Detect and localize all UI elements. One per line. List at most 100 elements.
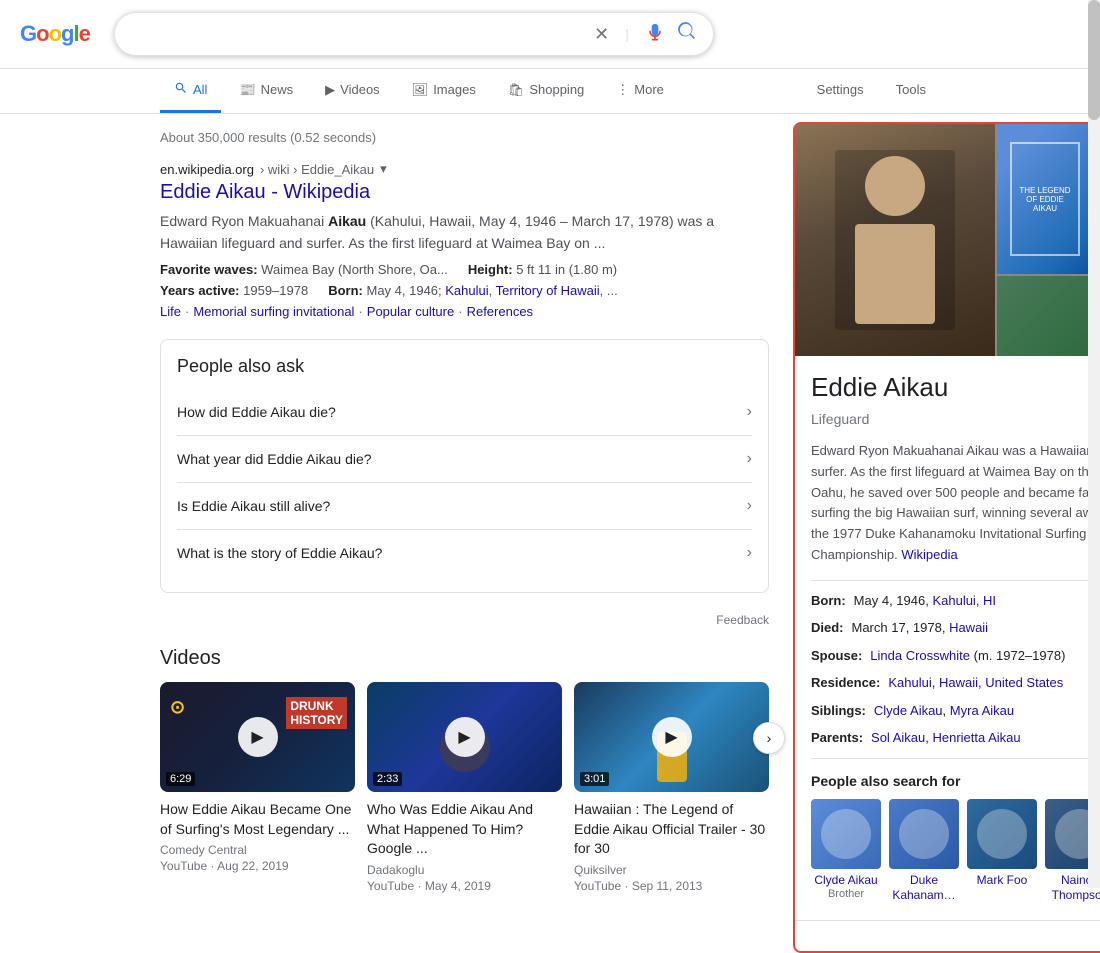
tools-label: Tools — [896, 82, 926, 97]
kp-image-4[interactable] — [997, 276, 1093, 356]
result-link-references[interactable]: References — [467, 304, 533, 319]
scrollbar-thumb[interactable] — [1088, 0, 1100, 120]
paa-chevron-1: › — [747, 403, 752, 421]
kp-wikipedia-link[interactable]: Wikipedia — [901, 547, 957, 562]
video-platform-1: YouTube · Aug 22, 2019 — [160, 859, 355, 873]
result-title-link[interactable]: Eddie Aikau - Wikipedia — [160, 181, 769, 204]
images-icon: 🖼 — [412, 82, 429, 98]
result-link-life[interactable]: Life — [160, 304, 181, 319]
tab-more-label: More — [634, 82, 664, 97]
tab-more[interactable]: ⋮ More — [602, 70, 678, 113]
kp-parent-link-2[interactable]: Henrietta Aikau — [932, 730, 1020, 745]
video-duration-1: 6:29 — [166, 772, 195, 786]
kp-main-image[interactable] — [795, 124, 995, 356]
kp-residence-value: Kahului, Hawaii, United States — [888, 673, 1063, 693]
video-title-3: Hawaiian : The Legend of Eddie Aikau Off… — [574, 800, 769, 859]
kp-born-value: May 4, 1946, Kahului, HI — [854, 591, 996, 611]
video-card-3[interactable]: ▶ 3:01 Hawaiian : The Legend of Eddie Ai… — [574, 682, 769, 893]
kp-spouse-link[interactable]: Linda Crosswhite — [870, 648, 970, 663]
video-card-2[interactable]: ▶ 2:33 Who Was Eddie Aikau And What Happ… — [367, 682, 562, 893]
paa-chevron-2: › — [747, 450, 752, 468]
voice-search-icon[interactable] — [645, 23, 665, 46]
kp-born-label: Born: — [811, 591, 846, 611]
paa-title: People also ask — [177, 356, 752, 377]
kp-parents-value: Sol Aikau, Henrietta Aikau — [871, 728, 1021, 748]
search-input[interactable]: Eddie Aikau — [131, 25, 582, 43]
dot-separator-2: · — [358, 304, 362, 319]
videos-next-button[interactable]: › — [753, 722, 785, 754]
video-card-1[interactable]: ⊙ DRUNKHISTORY ▶ 6:29 How Eddie Aikau Be… — [160, 682, 355, 893]
kp-feedback[interactable]: Feedback — [795, 920, 1100, 951]
tab-videos[interactable]: ▶ Videos — [311, 70, 394, 113]
tab-shopping-label: Shopping — [529, 82, 584, 97]
kp-residence-link-1[interactable]: Kahului — [888, 675, 931, 690]
result-link-memorial[interactable]: Memorial surfing invitational — [193, 304, 354, 319]
paa-item-2[interactable]: What year did Eddie Aikau die? › — [177, 435, 752, 482]
tab-news[interactable]: 📰 News — [225, 70, 307, 113]
kp-sibling-link-2[interactable]: Myra Aikau — [950, 703, 1014, 718]
videos-icon: ▶ — [325, 82, 335, 98]
news-icon: 📰 — [239, 82, 255, 98]
kp-fact-siblings: Siblings: Clyde Aikau, Myra Aikau — [811, 701, 1100, 721]
tab-images[interactable]: 🖼 Images — [398, 70, 490, 113]
kp-parent-link-1[interactable]: Sol Aikau — [871, 730, 925, 745]
result-meta-2: Years active: 1959–1978 Born: May 4, 194… — [160, 283, 769, 298]
settings-label: Settings — [817, 82, 864, 97]
pas-title: People also search for — [811, 773, 960, 789]
paa-feedback[interactable]: Feedback — [160, 613, 769, 627]
clear-icon[interactable]: ✕ — [594, 24, 609, 45]
settings-tab[interactable]: Settings — [803, 70, 878, 112]
pas-name-duke: Duke Kahanam… — [889, 873, 959, 904]
tab-all-label: All — [193, 82, 207, 97]
kp-image-2[interactable]: THE LEGENDOF EDDIEAIKAU — [997, 124, 1093, 274]
tab-all[interactable]: All — [160, 69, 221, 113]
tools-tab[interactable]: Tools — [882, 70, 940, 112]
kp-name: Eddie Aikau — [811, 372, 948, 403]
kp-siblings-value: Clyde Aikau, Myra Aikau — [874, 701, 1014, 721]
result-path: › wiki › Eddie_Aikau — [260, 162, 374, 177]
dot-separator-3: · — [458, 304, 462, 319]
kp-died-label: Died: — [811, 618, 844, 638]
pas-avatar-duke — [889, 799, 959, 869]
scrollbar-track[interactable] — [1088, 0, 1100, 888]
nav-tabs: All 📰 News ▶ Videos 🖼 Images 🛍 Shopping … — [0, 69, 1100, 114]
video-platform-3: YouTube · Sep 11, 2013 — [574, 879, 769, 893]
pas-row: Clyde Aikau Brother Duke Kahanam… — [811, 799, 1100, 904]
kp-spouse-label: Spouse: — [811, 646, 862, 666]
pas-person-clyde[interactable]: Clyde Aikau Brother — [811, 799, 881, 904]
kp-residence-link-2[interactable]: Hawaii — [939, 675, 978, 690]
paa-item-1[interactable]: How did Eddie Aikau die? › — [177, 389, 752, 435]
pas-name-clyde: Clyde Aikau — [814, 873, 877, 889]
kp-parents-label: Parents: — [811, 728, 863, 748]
kp-image-gallery[interactable]: THE LEGENDOF EDDIEAIKAU 🖼 More images — [795, 124, 1100, 356]
kp-description: Edward Ryon Makuahanai Aikau was a Hawai… — [811, 441, 1100, 566]
pas-header: People also search for View 10+ more — [811, 773, 1100, 789]
result-meta: Favorite waves: Waimea Bay (North Shore,… — [160, 262, 769, 277]
pas-person-markfoo[interactable]: Mark Foo — [967, 799, 1037, 904]
result-dropdown-icon[interactable]: ▾ — [380, 161, 387, 177]
pas-person-duke[interactable]: Duke Kahanam… — [889, 799, 959, 904]
videos-section-title: Videos — [160, 647, 769, 670]
knowledge-panel: THE LEGENDOF EDDIEAIKAU 🖼 More images — [793, 122, 1100, 953]
video-source-1: Comedy Central — [160, 843, 355, 857]
paa-chevron-3: › — [747, 497, 752, 515]
kp-born-link[interactable]: Kahului, HI — [932, 593, 996, 608]
video-platform-2: YouTube · May 4, 2019 — [367, 879, 562, 893]
people-also-ask-box: People also ask How did Eddie Aikau die?… — [160, 339, 769, 593]
paa-item-3[interactable]: Is Eddie Aikau still alive? › — [177, 482, 752, 529]
pas-relation-clyde: Brother — [828, 888, 864, 900]
result-link-culture[interactable]: Popular culture — [367, 304, 454, 319]
kp-fact-parents: Parents: Sol Aikau, Henrietta Aikau — [811, 728, 1100, 748]
shopping-icon: 🛍 — [508, 82, 525, 98]
paa-question-2: What year did Eddie Aikau die? — [177, 451, 372, 467]
search-submit-icon[interactable] — [677, 21, 697, 47]
video-duration-3: 3:01 — [580, 772, 609, 786]
kp-sibling-link-1[interactable]: Clyde Aikau — [874, 703, 943, 718]
kp-died-value: March 17, 1978, Hawaii — [852, 618, 989, 638]
video-title-2: Who Was Eddie Aikau And What Happened To… — [367, 800, 562, 859]
tab-shopping[interactable]: 🛍 Shopping — [494, 70, 598, 113]
video-play-btn-3: ▶ — [652, 717, 692, 757]
paa-item-4[interactable]: What is the story of Eddie Aikau? › — [177, 529, 752, 576]
kp-residence-link-3[interactable]: United States — [985, 675, 1063, 690]
kp-died-link[interactable]: Hawaii — [949, 620, 988, 635]
